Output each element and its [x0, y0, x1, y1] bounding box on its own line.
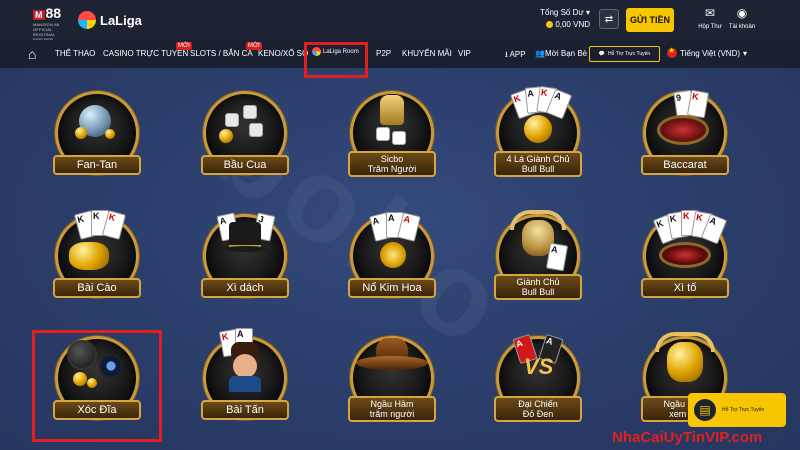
game-tile-ngau-ham-tram-nguoi[interactable]: Ngầu Hầm trăm người	[342, 322, 442, 432]
live-support-label: Hỗ Trợ Trực Tuyến	[608, 51, 651, 57]
game-label: Xì dách	[201, 278, 289, 298]
highlight-box-laliga-room	[304, 42, 368, 78]
highlight-box-xoc-dia	[32, 330, 162, 442]
user-icon: ◉	[736, 6, 748, 20]
transfer-icon: ⇄	[604, 13, 614, 25]
game-label: Sicbo Trăm Người	[348, 151, 436, 177]
game-label: Giành Chủ Bull Bull	[494, 274, 582, 300]
nav-live-support[interactable]: 💬 Hỗ Trợ Trực Tuyến	[589, 46, 660, 62]
game-label: Nổ Kim Hoa	[348, 278, 436, 298]
mail-icon: ✉	[704, 6, 716, 20]
game-tile-4-la-bull-bull[interactable]: K A K A 4 Lá Giành Chủ Bull Bull	[488, 77, 588, 187]
game-label: Bài Cào	[53, 278, 141, 298]
balance-value: 0,00 VND	[530, 20, 590, 29]
game-tile-bau-cua[interactable]: Bầu Cua	[195, 77, 295, 187]
game-tile-no-kim-hoa[interactable]: A A A Nổ Kim Hoa	[342, 200, 442, 310]
nav-live-casino[interactable]: CASINO TRỰC TUYẾN	[103, 49, 188, 58]
site-watermark: NhaCaiUyTinVIP.com	[612, 429, 763, 446]
coin-icon	[546, 21, 554, 28]
chat-icon: 💬	[598, 51, 606, 57]
nav-keno-lottery[interactable]: KENO/XỔ SỐ	[258, 49, 308, 58]
game-label: Fan-Tan	[53, 155, 141, 175]
floating-support-label: Hỗ Trợ Trực Tuyến	[722, 407, 765, 413]
mail-label: Hộp Thư	[698, 24, 722, 30]
laliga-logo[interactable]: LaLiga	[78, 9, 142, 31]
game-tile-bai-cao[interactable]: K K K Bài Cào	[47, 200, 147, 310]
game-label: Bài Tấn	[201, 400, 289, 420]
language-selector[interactable]: Tiếng Việt (VND) ▾	[667, 46, 748, 58]
balance-label: Tổng Số Dư ▾	[540, 8, 590, 17]
balance-display[interactable]: Tổng Số Dư ▾ 0,00 VND	[530, 8, 590, 29]
m88-badge: M	[33, 10, 45, 20]
chevron-down-icon: ▾	[743, 48, 748, 58]
chat-bubble-icon: ▤	[694, 399, 716, 421]
game-tile-baccarat[interactable]: 9 K Baccarat	[635, 77, 735, 187]
game-label: Bầu Cua	[201, 155, 289, 175]
mail-button[interactable]: ✉ Hộp Thư	[694, 6, 726, 30]
transfer-button[interactable]: ⇄	[599, 9, 619, 29]
m88-text: 88	[45, 5, 62, 21]
nav-vip[interactable]: VIP	[458, 49, 471, 58]
game-tile-xi-dach[interactable]: A J Xì dách	[195, 200, 295, 310]
vietnam-flag-icon	[667, 46, 677, 58]
nav-app[interactable]: ⭳ APP	[505, 49, 526, 63]
game-tile-dai-chien-do-den[interactable]: A A VS Đại Chiến Đỏ Đen	[488, 322, 588, 432]
m88-logo[interactable]: M88 MANSION 88 OFFICIAL REGIONAL PARTNER	[33, 5, 73, 42]
nav-invite-friends[interactable]: 👥Mời Bạn Bè	[535, 49, 587, 58]
game-label: Baccarat	[641, 155, 729, 175]
game-label: 4 Lá Giành Chủ Bull Bull	[494, 151, 582, 177]
nav-p2p[interactable]: P2P	[376, 49, 391, 58]
game-label: Xì tố	[641, 278, 729, 298]
floating-live-support-button[interactable]: ▤ Hỗ Trợ Trực Tuyến	[688, 393, 786, 427]
account-button[interactable]: ◉ Tài khoản	[726, 6, 758, 30]
game-label: Đại Chiến Đỏ Đen	[494, 396, 582, 422]
laliga-logo-icon	[78, 11, 96, 29]
language-label: Tiếng Việt (VND)	[680, 48, 741, 58]
game-label: Ngầu Hầm trăm người	[348, 396, 436, 422]
m88-subtitle: MANSION 88 OFFICIAL REGIONAL PARTNER	[33, 22, 60, 42]
game-tile-fantan[interactable]: Fan-Tan	[47, 77, 147, 187]
game-tile-gianh-chu-bull-bull[interactable]: A Giành Chủ Bull Bull	[488, 200, 588, 310]
laliga-logo-text: LaLiga	[100, 12, 142, 28]
nav-slots-fishing[interactable]: SLOTS / BẮN CÁ	[190, 49, 253, 58]
nav-promotions[interactable]: KHUYẾN MÃI	[402, 49, 452, 58]
game-tile-xi-to[interactable]: K K K K A Xì tố	[635, 200, 735, 310]
account-label: Tài khoản	[728, 24, 756, 30]
friends-icon: 👥	[535, 49, 545, 58]
home-icon[interactable]: ⌂	[28, 46, 36, 62]
nav-sports[interactable]: THỂ THAO	[55, 49, 95, 58]
top-bar: M88 MANSION 88 OFFICIAL REGIONAL PARTNER…	[0, 0, 800, 42]
game-tile-sicbo[interactable]: Sicbo Trăm Người	[342, 77, 442, 187]
download-icon: ⭳	[505, 50, 508, 59]
game-tile-bai-tan[interactable]: K A Bài Tấn	[195, 322, 295, 432]
deposit-button[interactable]: GỬI TIỀN	[626, 8, 674, 32]
